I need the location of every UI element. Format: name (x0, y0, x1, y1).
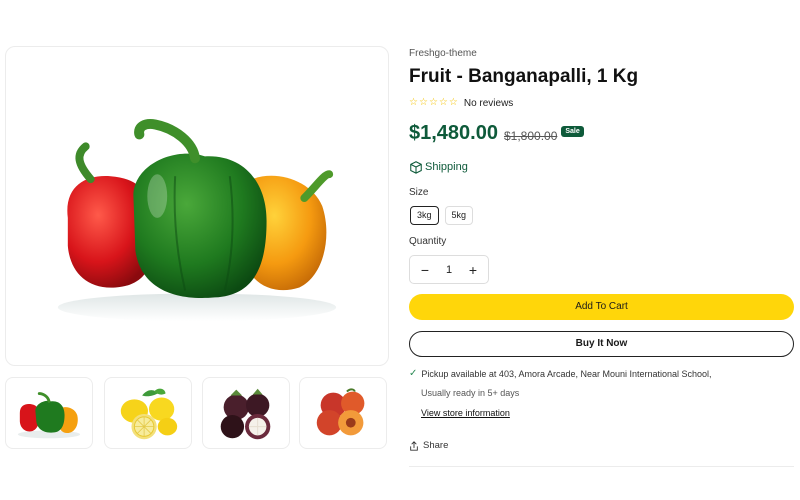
lemons-thumbnail-image (120, 388, 178, 440)
size-option-3kg[interactable]: 3kg (410, 206, 439, 225)
sale-price: $1,480.00 (409, 122, 498, 144)
star-outline-icon: ☆ (428, 97, 438, 108)
minus-icon[interactable]: − (418, 262, 432, 278)
quantity-value[interactable]: 1 (446, 264, 452, 276)
plus-icon[interactable]: + (466, 262, 480, 278)
thumbnail-mangosteen[interactable] (202, 377, 290, 449)
main-product-image[interactable] (5, 46, 389, 366)
check-icon: ✓ (409, 368, 418, 379)
star-rating: ☆ ☆ ☆ ☆ ☆ (409, 97, 458, 109)
shipping-link[interactable]: Shipping (409, 160, 468, 174)
star-outline-icon: ☆ (418, 97, 428, 108)
compare-at-price: $1,800.00 (503, 128, 558, 143)
pickup-availability: ✓ Pickup available at 403, Amora Arcade,… (409, 368, 712, 379)
bell-peppers-image (57, 119, 337, 322)
quantity-stepper: − 1 + (409, 255, 489, 284)
thumbnail-lemons[interactable] (104, 377, 192, 449)
reviews-count[interactable]: No reviews (464, 98, 513, 109)
share-button[interactable]: Share (409, 440, 448, 451)
product-title: Fruit - Banganapalli, 1 Kg (409, 66, 639, 87)
thumbnail-peaches[interactable] (299, 377, 387, 449)
star-outline-icon: ☆ (448, 97, 458, 108)
thumbnail-bell-peppers[interactable] (5, 377, 93, 449)
bell-peppers-thumbnail-image (17, 392, 81, 439)
peaches-thumbnail-image (316, 388, 365, 436)
view-store-information-link[interactable]: View store information (421, 408, 510, 418)
rating-row[interactable]: ☆ ☆ ☆ ☆ ☆ No reviews (409, 97, 513, 109)
add-to-cart-button[interactable]: Add To Cart (409, 294, 794, 320)
share-icon (410, 440, 418, 451)
shipping-label: Shipping (425, 161, 468, 173)
price-row: $1,480.00 $1,800.00 Sale (409, 122, 584, 145)
sale-badge: Sale (561, 126, 584, 137)
quantity-label: Quantity (409, 236, 447, 247)
vendor-name: Freshgo-theme (409, 48, 477, 59)
box-icon (410, 161, 422, 174)
mangosteen-thumbnail-image (220, 388, 271, 440)
buy-it-now-button[interactable]: Buy It Now (409, 331, 794, 357)
share-label: Share (423, 440, 449, 451)
size-option-5kg[interactable]: 5kg (444, 206, 474, 225)
pickup-ready-time: Usually ready in 5+ days (421, 388, 520, 398)
size-selector: 3kg 5kg (410, 206, 474, 225)
pickup-text: Pickup available at 403, Amora Arcade, N… (421, 368, 712, 379)
size-label: Size (409, 187, 429, 198)
star-outline-icon: ☆ (438, 97, 448, 108)
divider (409, 466, 794, 467)
star-outline-icon: ☆ (409, 97, 418, 108)
